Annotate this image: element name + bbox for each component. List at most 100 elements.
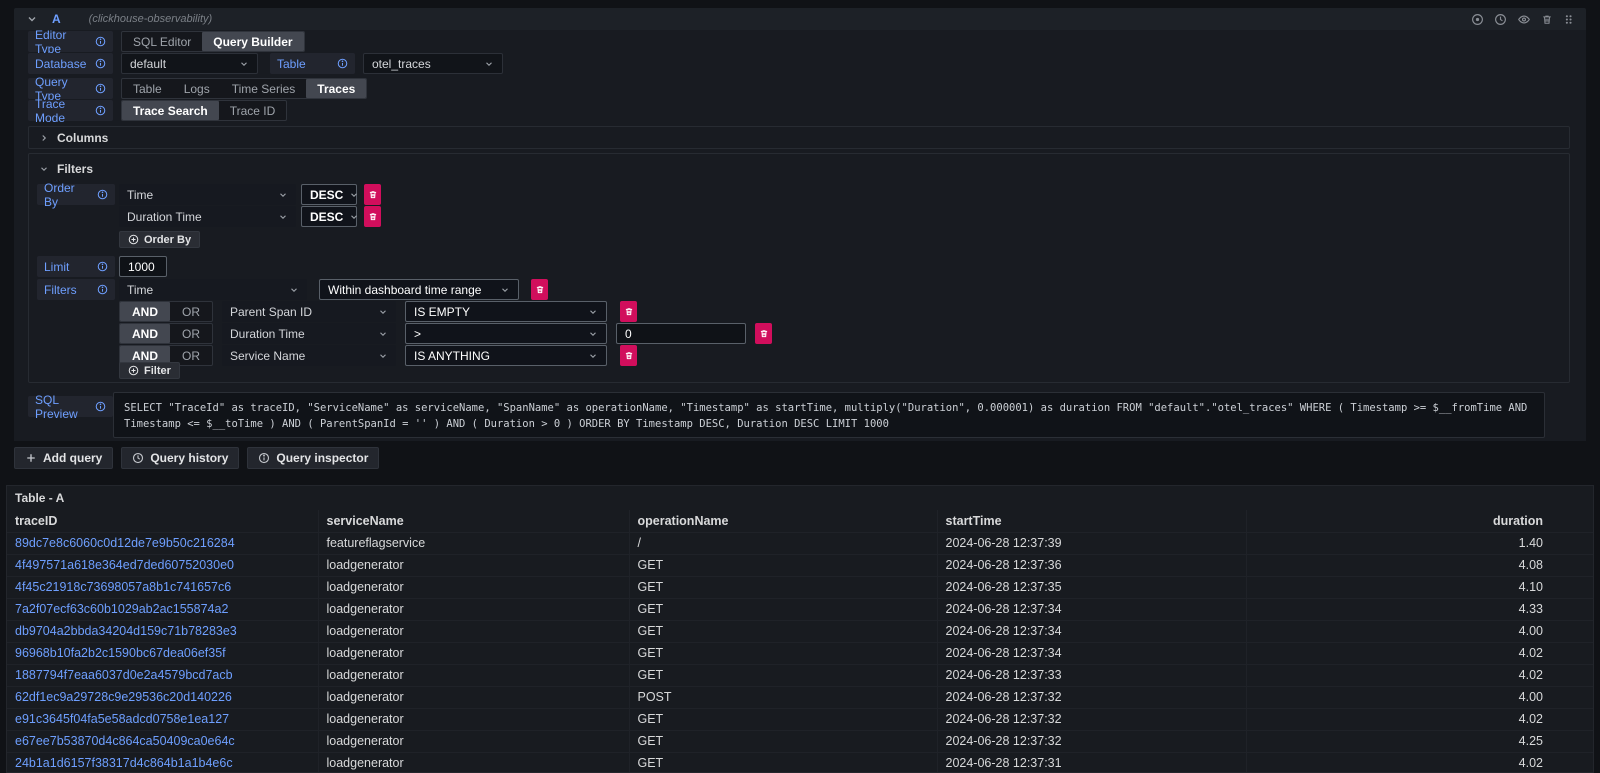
remove-filter-button[interactable]	[620, 301, 637, 322]
add-filter-button[interactable]: Filter	[119, 362, 180, 379]
limit-input[interactable]	[119, 256, 167, 277]
filter-operator-select[interactable]: IS EMPTY	[405, 301, 607, 322]
tab-time-series[interactable]: Time Series	[221, 79, 307, 98]
trace-table: traceID serviceName operationName startT…	[7, 510, 1593, 773]
collapse-chevron-icon[interactable]	[26, 13, 38, 25]
remove-filter-button[interactable]	[531, 279, 548, 300]
column-header-starttime[interactable]: startTime	[937, 510, 1246, 532]
table-row: 96968b10fa2b2c1590bc67dea06ef35floadgene…	[7, 642, 1593, 664]
filter-operator-select[interactable]: IS ANYTHING	[405, 345, 607, 366]
history-clock-icon[interactable]	[1494, 13, 1507, 26]
trace-id-link[interactable]: 4f45c21918c73698057a8b1c741657c6	[15, 580, 231, 594]
remove-filter-button[interactable]	[620, 345, 637, 366]
tab-trace-id[interactable]: Trace ID	[219, 101, 287, 120]
info-icon[interactable]	[97, 189, 108, 200]
operation-name-cell: GET	[629, 554, 937, 576]
column-header-operationname[interactable]: operationName	[629, 510, 937, 532]
trace-id-link[interactable]: 62df1ec9a29728c9e29536c20d140226	[15, 690, 232, 704]
info-icon[interactable]	[95, 83, 106, 94]
trace-id-link[interactable]: 7a2f07ecf63c60b1029ab2ac155874a2	[15, 602, 228, 616]
trace-id-link[interactable]: db9704a2bbda34204d159c71b78283e3	[15, 624, 237, 638]
order-by-field-select[interactable]: Duration Time	[119, 206, 296, 227]
column-header-servicename[interactable]: serviceName	[318, 510, 629, 532]
eye-icon[interactable]	[1517, 13, 1531, 26]
query-ref-id[interactable]: A	[52, 12, 61, 26]
trace-id-link: 1887794f7eaa6037d0e2a4579bcd7acb	[7, 664, 318, 686]
trace-id-link[interactable]: e91c3645f04fa5e58adcd0758e1ea127	[15, 712, 229, 726]
chevron-down-icon	[278, 212, 288, 222]
service-name-cell: loadgenerator	[318, 686, 629, 708]
start-time-cell: 2024-06-28 12:37:35	[937, 576, 1246, 598]
trace-id-link[interactable]: e67ee7b53870d4c864ca50409ca0e64c	[15, 734, 235, 748]
trace-table-body: 89dc7e8c6060c0d12de7e9b50c216284 featuref…	[7, 532, 1593, 773]
info-icon[interactable]	[97, 284, 108, 295]
filters-section-title[interactable]: Filters	[57, 162, 93, 176]
or-option[interactable]: OR	[170, 302, 212, 321]
start-time-cell: 2024-06-28 12:37:34	[937, 598, 1246, 620]
info-icon[interactable]	[97, 261, 108, 272]
and-option[interactable]: AND	[120, 324, 170, 343]
panel-title[interactable]: Table - A	[7, 486, 1593, 510]
editor-type-toggle: SQL Editor Query Builder	[121, 31, 305, 52]
service-name-cell: featureflagservice	[318, 532, 629, 554]
trace-id-link: e91c3645f04fa5e58adcd0758e1ea127	[7, 708, 318, 730]
filter-field-select[interactable]: Parent Span ID	[222, 301, 396, 322]
chevron-down-icon	[289, 285, 299, 295]
chevron-right-icon[interactable]	[39, 133, 49, 143]
filter-field-select[interactable]: Duration Time	[222, 323, 396, 344]
duration-cell: 1.40	[1246, 532, 1593, 554]
drag-handle-icon[interactable]	[1563, 13, 1574, 26]
info-icon[interactable]	[337, 58, 348, 69]
info-icon[interactable]	[95, 401, 106, 412]
tab-query-builder[interactable]: Query Builder	[202, 32, 303, 51]
info-icon[interactable]	[95, 105, 106, 116]
tab-trace-search[interactable]: Trace Search	[122, 101, 219, 120]
remove-filter-button[interactable]	[755, 323, 772, 344]
filter-field-select[interactable]: Service Name	[222, 345, 396, 366]
filter-field-select[interactable]: Time	[119, 279, 307, 300]
column-header-duration[interactable]: duration	[1246, 510, 1593, 532]
info-icon[interactable]	[95, 58, 106, 69]
chevron-down-icon[interactable]	[39, 164, 49, 174]
tab-logs[interactable]: Logs	[173, 79, 221, 98]
remove-order-by-button[interactable]	[364, 206, 381, 227]
or-option[interactable]: OR	[170, 324, 212, 343]
chevron-down-icon	[349, 190, 359, 200]
info-icon[interactable]	[95, 36, 106, 47]
database-select[interactable]: default	[121, 53, 258, 74]
table-header-row: traceID serviceName operationName startT…	[7, 510, 1593, 532]
order-by-field-select[interactable]: Time	[119, 184, 296, 205]
trash-icon[interactable]	[1541, 13, 1553, 26]
columns-section-title[interactable]: Columns	[57, 131, 108, 145]
trace-id-link[interactable]: 89dc7e8c6060c0d12de7e9b50c216284	[15, 536, 235, 550]
filters-section: Filters Order By Time DESC	[28, 153, 1570, 383]
chevron-down-icon	[378, 307, 388, 317]
trace-id-link: 89dc7e8c6060c0d12de7e9b50c216284	[7, 532, 318, 554]
and-option[interactable]: AND	[120, 302, 170, 321]
add-query-button[interactable]: Add query	[14, 447, 113, 469]
record-circle-icon[interactable]	[1471, 13, 1484, 26]
filter-operator-select[interactable]: >	[405, 323, 607, 344]
table-select[interactable]: otel_traces	[363, 53, 503, 74]
order-by-direction-select[interactable]: DESC	[301, 206, 357, 227]
duration-cell: 4.02	[1246, 752, 1593, 773]
trace-id-link[interactable]: 1887794f7eaa6037d0e2a4579bcd7acb	[15, 668, 233, 682]
filter-operator-select[interactable]: Within dashboard time range	[319, 279, 519, 300]
column-header-traceid[interactable]: traceID	[7, 510, 318, 532]
remove-order-by-button[interactable]	[364, 184, 381, 205]
tab-sql-editor[interactable]: SQL Editor	[122, 32, 202, 51]
add-order-by-button[interactable]: Order By	[119, 231, 200, 248]
service-name-cell: loadgenerator	[318, 752, 629, 773]
query-inspector-button[interactable]: Query inspector	[247, 447, 379, 469]
query-history-button[interactable]: Query history	[121, 447, 239, 469]
trace-id-link[interactable]: 4f497571a618e364ed7ded60752030e0	[15, 558, 234, 572]
trace-id-link[interactable]: 96968b10fa2b2c1590bc67dea06ef35f	[15, 646, 226, 660]
filter-value-input[interactable]	[616, 323, 746, 344]
order-by-direction-select[interactable]: DESC	[301, 184, 357, 205]
sql-preview-label: SQL Preview	[28, 396, 113, 417]
table-row: e67ee7b53870d4c864ca50409ca0e64cloadgene…	[7, 730, 1593, 752]
tab-traces[interactable]: Traces	[306, 79, 366, 98]
tab-table[interactable]: Table	[122, 79, 173, 98]
limit-label: Limit	[37, 256, 115, 277]
trace-id-link[interactable]: 24b1a1d6157f38317d4c864b1a1b4e6c	[15, 756, 233, 770]
